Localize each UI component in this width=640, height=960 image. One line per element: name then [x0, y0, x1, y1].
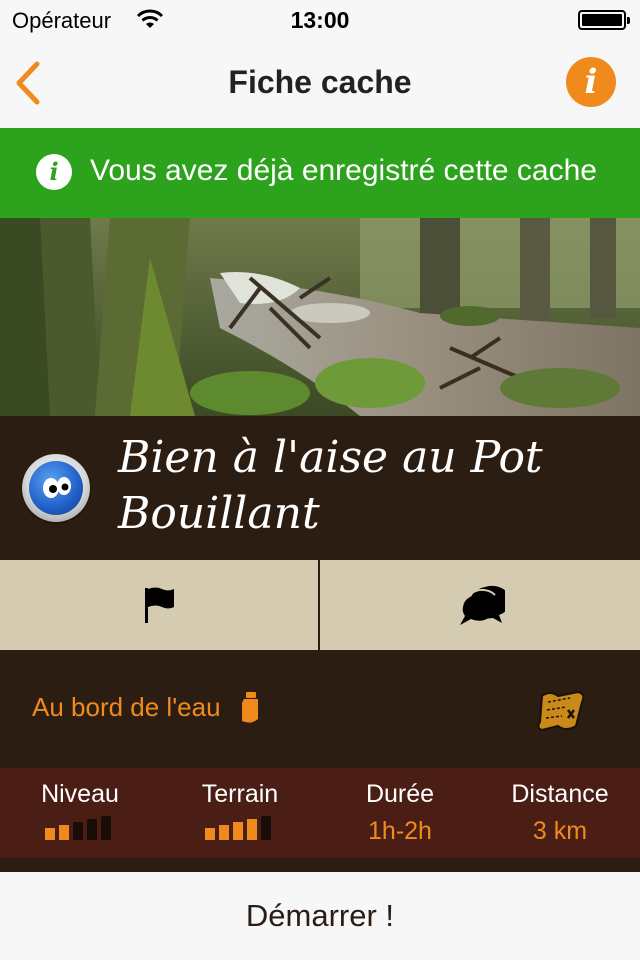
duree-label: Durée: [365, 780, 435, 808]
niveau-bar-5: [101, 816, 111, 840]
niveau-bar-3: [73, 822, 83, 840]
action-buttons: [0, 560, 640, 650]
stat-distance: Distance 3 km: [480, 768, 640, 858]
comments-button[interactable]: [320, 560, 640, 650]
niveau-bar-1: [45, 828, 55, 840]
flag-icon: [145, 587, 174, 623]
navigation-bar: Fiche cache i: [0, 40, 640, 128]
distance-value: 3 km: [532, 817, 588, 845]
niveau-rating: [45, 816, 115, 840]
treasure-map-icon[interactable]: [536, 688, 588, 734]
cache-photo: [0, 218, 640, 416]
flag-button[interactable]: [0, 560, 318, 650]
terrain-bar-5: [261, 816, 271, 840]
stats-row: Niveau Terrain Durée 1h-2h Distance 3 km: [0, 768, 640, 858]
cache-avatar: [22, 454, 90, 522]
mascot-eyes-icon: [43, 477, 71, 498]
cache-title: Bien à l'aise au Pot Bouillant: [118, 432, 543, 539]
cache-header: Bien à l'aise au Pot Bouillant: [0, 416, 640, 560]
niveau-bar-2: [59, 825, 69, 840]
stat-duree: Durée 1h-2h: [320, 768, 480, 858]
niveau-label: Niveau: [41, 780, 119, 808]
bottle-icon: [242, 692, 258, 723]
terrain-bar-1: [205, 828, 215, 840]
status-bar: Opérateur 13:00: [0, 0, 640, 40]
info-icon: i: [36, 154, 72, 190]
terrain-rating: [205, 816, 275, 840]
info-icon[interactable]: i: [566, 57, 616, 107]
start-label: Démarrer !: [245, 898, 395, 933]
duree-value: 1h-2h: [368, 817, 432, 845]
terrain-bar-3: [233, 822, 243, 840]
niveau-bar-4: [87, 819, 97, 840]
start-button[interactable]: Démarrer !: [0, 872, 640, 960]
terrain-label: Terrain: [201, 780, 279, 808]
theme-label: Au bord de l'eau: [32, 692, 221, 722]
clock: 13:00: [290, 7, 350, 33]
terrain-bar-2: [219, 825, 229, 840]
banner-message: Vous avez déjà enregistré cette cache: [90, 154, 597, 187]
divider: [0, 858, 640, 872]
speech-bubbles-icon: [460, 585, 505, 625]
stat-terrain: Terrain: [160, 768, 320, 858]
terrain-bar-4: [247, 819, 257, 840]
page-title: Fiche cache: [228, 64, 412, 100]
saved-banner: i Vous avez déjà enregistré cette cache: [0, 128, 640, 218]
distance-label: Distance: [511, 780, 609, 808]
battery-icon: [578, 10, 630, 30]
stat-niveau: Niveau: [0, 768, 160, 858]
